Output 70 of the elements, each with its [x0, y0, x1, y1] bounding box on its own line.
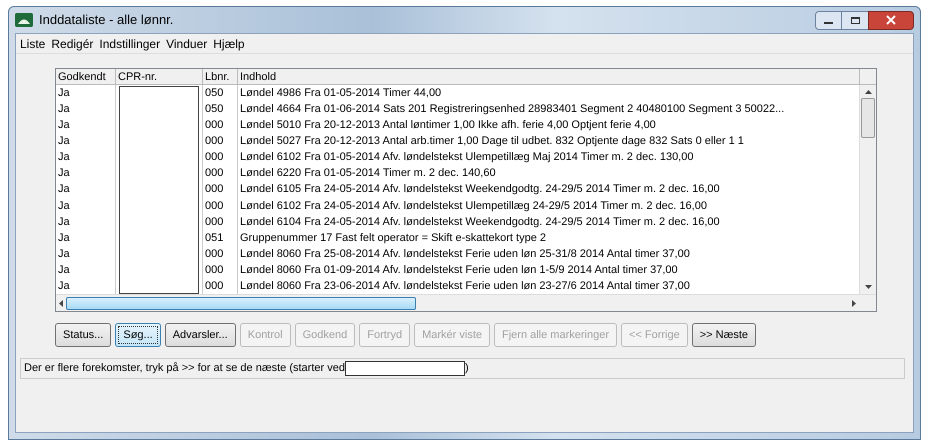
table-cell-text: Gruppenummer 17 Fast felt operator = Skift e-skattekort type 2: [239, 230, 548, 246]
column-header[interactable]: Godkendt: [56, 69, 116, 84]
table-cell-text: 000: [204, 134, 224, 150]
scroll-up-icon[interactable]: [864, 90, 872, 94]
table-cell-text: Løndel 6105 Fra 24-05-2014 Afv. løndelstekst Weekendgodtg. 24-29/5 2014 Timer m. 2 dec. 16,00: [239, 182, 721, 198]
table-cell-text: Ja: [57, 246, 71, 262]
table-cell-text: Løndel 6104 Fra 24-05-2014 Afv. løndelstekst Weekendgodtg. 24-29/5 2014 Timer m. 2 dec. 16,00: [239, 214, 721, 230]
table-cell-text: Løndel 8060 Fra 23-06-2014 Afv. løndelstekst Ferie uden løn 23-27/6 2014 Antal timer 37,00: [239, 278, 691, 294]
table-cell-text: 050: [204, 102, 224, 118]
menu-item[interactable]: Vinduer: [166, 34, 208, 52]
close-icon: [886, 15, 896, 25]
window-title: Inddataliste - alle lønnr.: [39, 11, 174, 30]
cpr-field[interactable]: [119, 86, 199, 294]
table-cell-text: Ja: [57, 182, 71, 198]
table-cell-text: Løndel 4986 Fra 01-05-2014 Timer 44,00: [239, 86, 442, 101]
table-cell-text: Ja: [57, 134, 71, 150]
column-header[interactable]: Lbnr.: [203, 69, 238, 84]
column-header[interactable]: CPR-nr.: [116, 69, 203, 84]
scroll-thumb[interactable]: [66, 296, 416, 310]
scroll-thumb[interactable]: [861, 98, 875, 138]
table-cell-text: 000: [204, 262, 224, 278]
table-cell-text: 000: [204, 182, 224, 198]
table-cell-text: Løndel 6102 Fra 24-05-2014 Afv. løndelstekst Ulempetillæg 24-29/5 2014 Timer m. 2 dec. 16,00: [239, 198, 708, 214]
table-cell-text: 051: [204, 230, 224, 246]
table-cell-text: 000: [204, 246, 224, 262]
app-logo-icon: [15, 13, 33, 27]
start-field[interactable]: [344, 361, 465, 376]
table-cell-text: 050: [204, 86, 224, 101]
table-cell-text: Ja: [57, 86, 71, 101]
table-cell-text: Ja: [57, 118, 71, 134]
table-cell-text: Løndel 5010 Fra 20-12-2013 Antal løntimer 1,00 Ikke afh. ferie 4,00 Optjent ferie 4,00: [239, 118, 657, 134]
menu-item[interactable]: Hjælp: [213, 34, 245, 52]
scroll-left-icon[interactable]: [59, 300, 63, 306]
scroll-down-icon[interactable]: [864, 285, 872, 289]
table-cell-text: Løndel 5027 Fra 20-12-2013 Antal arb.timer 1,00 Dage til udbet. 832 Optjente dage 832 Sats 0 eller 1 1: [239, 134, 745, 150]
table-cell-text: Ja: [57, 102, 71, 118]
table-cell-text: Ja: [57, 278, 71, 294]
table-cell-text: 000: [204, 166, 224, 182]
status-text-end: ): [464, 361, 469, 376]
table-cell-text: 000: [204, 214, 224, 230]
menu-item[interactable]: Liste: [20, 34, 46, 52]
toolbar-button[interactable]: Søg...: [115, 323, 161, 347]
table-cell-text: Ja: [57, 214, 71, 230]
maximize-button[interactable]: [842, 10, 868, 30]
table-cell-text: Ja: [57, 166, 71, 182]
table-cell-text: Ja: [57, 262, 71, 278]
table-cell-text: 000: [204, 278, 224, 294]
toolbar-button[interactable]: Status...: [55, 323, 112, 347]
table-cell-text: 000: [204, 198, 224, 214]
menu-item[interactable]: Redigér: [51, 34, 94, 52]
vertical-scrollbar[interactable]: [859, 85, 876, 294]
menu-item[interactable]: Indstillinger: [99, 34, 160, 52]
table-cell-text: Løndel 4664 Fra 01-06-2014 Sats 201 Registreringsenhed 28983401 Segment 2 40480100 Segment 3 50022...: [239, 102, 786, 118]
table-cell-text: Ja: [57, 198, 71, 214]
scroll-right-icon[interactable]: [852, 300, 856, 306]
table-cell-text: Ja: [57, 150, 71, 166]
column-header[interactable]: Indhold: [238, 69, 859, 84]
toolbar-button[interactable]: >> Næste: [692, 323, 756, 347]
table-cell-text: Ja: [57, 230, 71, 246]
close-button[interactable]: [868, 10, 914, 30]
table-cell-text: Løndel 8060 Fra 25-08-2014 Afv. løndelstekst Ferie uden løn 25-31/8 2014 Antal timer 37,00: [239, 246, 691, 262]
table-cell-text: Løndel 6220 Fra 01-05-2014 Timer m. 2 dec. 140,60: [239, 166, 497, 182]
table-cell-text: 000: [204, 150, 224, 166]
minimize-button[interactable]: [815, 10, 842, 30]
status-text: Der er flere forekomster, tryk på >> for at se de næste (starter ved: [24, 361, 345, 376]
table-cell-text: 000: [204, 118, 224, 134]
horizontal-scrollbar[interactable]: [56, 294, 876, 311]
table-cell-text: Løndel 8060 Fra 01-09-2014 Afv. løndelstekst Ferie uden løn 1-5/9 2014 Antal timer 37,00: [239, 262, 679, 278]
table-cell-text: Løndel 6102 Fra 01-05-2014 Afv. løndelstekst Ulempetillæg Maj 2014 Timer m. 2 dec. 130,00: [239, 150, 694, 166]
toolbar-button[interactable]: Advarsler...: [164, 323, 236, 347]
